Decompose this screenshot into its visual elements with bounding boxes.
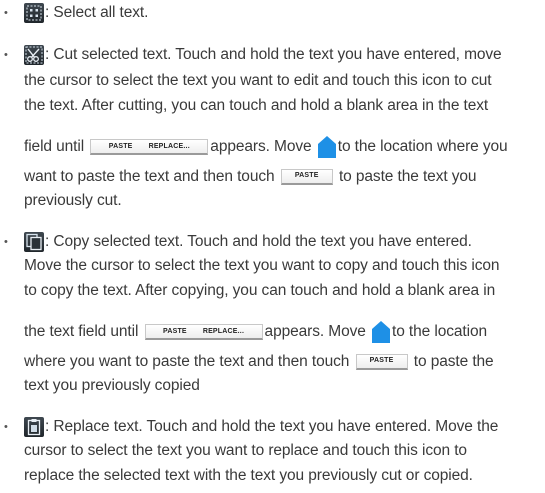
- copy-line-5: where you want to paste the text and the…: [24, 352, 494, 372]
- cut-text-4c: to the location where you: [337, 138, 508, 156]
- bullet: •: [4, 7, 8, 19]
- replace-line-3: replace the selected text with the text …: [24, 467, 473, 484]
- cut-text-5b: to paste the text you: [338, 168, 477, 185]
- copy-line-1: : Copy selected text. Touch and hold the…: [24, 232, 472, 252]
- cut-icon: [24, 45, 44, 65]
- cursor-handle-icon: [317, 136, 336, 158]
- replace-line-2: cursor to select the text you want to re…: [24, 442, 467, 459]
- paste-replace-popup: PASTE REPLACE...: [90, 139, 209, 155]
- select-all-text: : Select all text.: [45, 4, 149, 22]
- replace-label: REPLACE...: [202, 327, 245, 335]
- replace-text-1: : Replace text. Touch and hold the text …: [45, 418, 499, 436]
- cut-text-1: : Cut selected text. Touch and hold the …: [45, 46, 502, 64]
- paste-button: PASTE: [280, 168, 333, 185]
- select-all-line: : Select all text.: [24, 3, 148, 23]
- bullet: •: [4, 236, 8, 248]
- copy-text-4a: the text field until: [24, 323, 139, 341]
- cursor-handle-icon: [372, 321, 390, 343]
- paste-label: PASTE: [108, 142, 133, 150]
- cut-line-2: the cursor to select the text you want t…: [24, 72, 492, 89]
- replace-label: REPLACE...: [148, 142, 190, 150]
- copy-line-6: text you previously copied: [24, 377, 200, 394]
- paste-label: PASTE: [162, 327, 187, 335]
- cut-line-3: the text. After cutting, you can touch a…: [24, 97, 489, 114]
- paste-button: PASTE: [355, 353, 408, 370]
- replace-icon: [24, 417, 44, 437]
- cut-text-5a: want to paste the text and then touch: [24, 168, 275, 185]
- copy-line-3: to copy the text. After copying, you can…: [24, 282, 496, 299]
- cut-line-1: : Cut selected text. Touch and hold the …: [24, 45, 502, 65]
- cut-line-4: field until PASTE REPLACE... appears. Mov…: [24, 136, 508, 158]
- copy-icon: [24, 232, 44, 252]
- cut-text-4b: appears. Move: [210, 138, 312, 156]
- cut-line-5: want to paste the text and then touch PA…: [24, 167, 477, 187]
- copy-text-1: : Copy selected text. Touch and hold the…: [45, 233, 472, 251]
- paste-label: PASTE: [369, 357, 394, 365]
- select-all-icon: [24, 3, 44, 23]
- cut-text-4a: field until: [24, 138, 85, 156]
- cut-line-6: previously cut.: [24, 192, 122, 209]
- copy-text-4b: appears. Move: [264, 323, 366, 341]
- copy-line-2: Move the cursor to select the text you w…: [24, 257, 500, 274]
- replace-line-1: : Replace text. Touch and hold the text …: [24, 417, 498, 437]
- bullet: •: [4, 421, 8, 433]
- paste-replace-popup: PASTE REPLACE...: [144, 324, 263, 340]
- copy-text-4c: to the location: [392, 323, 488, 341]
- paste-label: PASTE: [294, 172, 319, 180]
- copy-text-5a: where you want to paste the text and the…: [24, 353, 350, 370]
- copy-line-4: the text field until PASTE REPLACE... app…: [24, 321, 487, 343]
- copy-text-5b: to paste the: [413, 353, 494, 370]
- bullet: •: [4, 49, 8, 61]
